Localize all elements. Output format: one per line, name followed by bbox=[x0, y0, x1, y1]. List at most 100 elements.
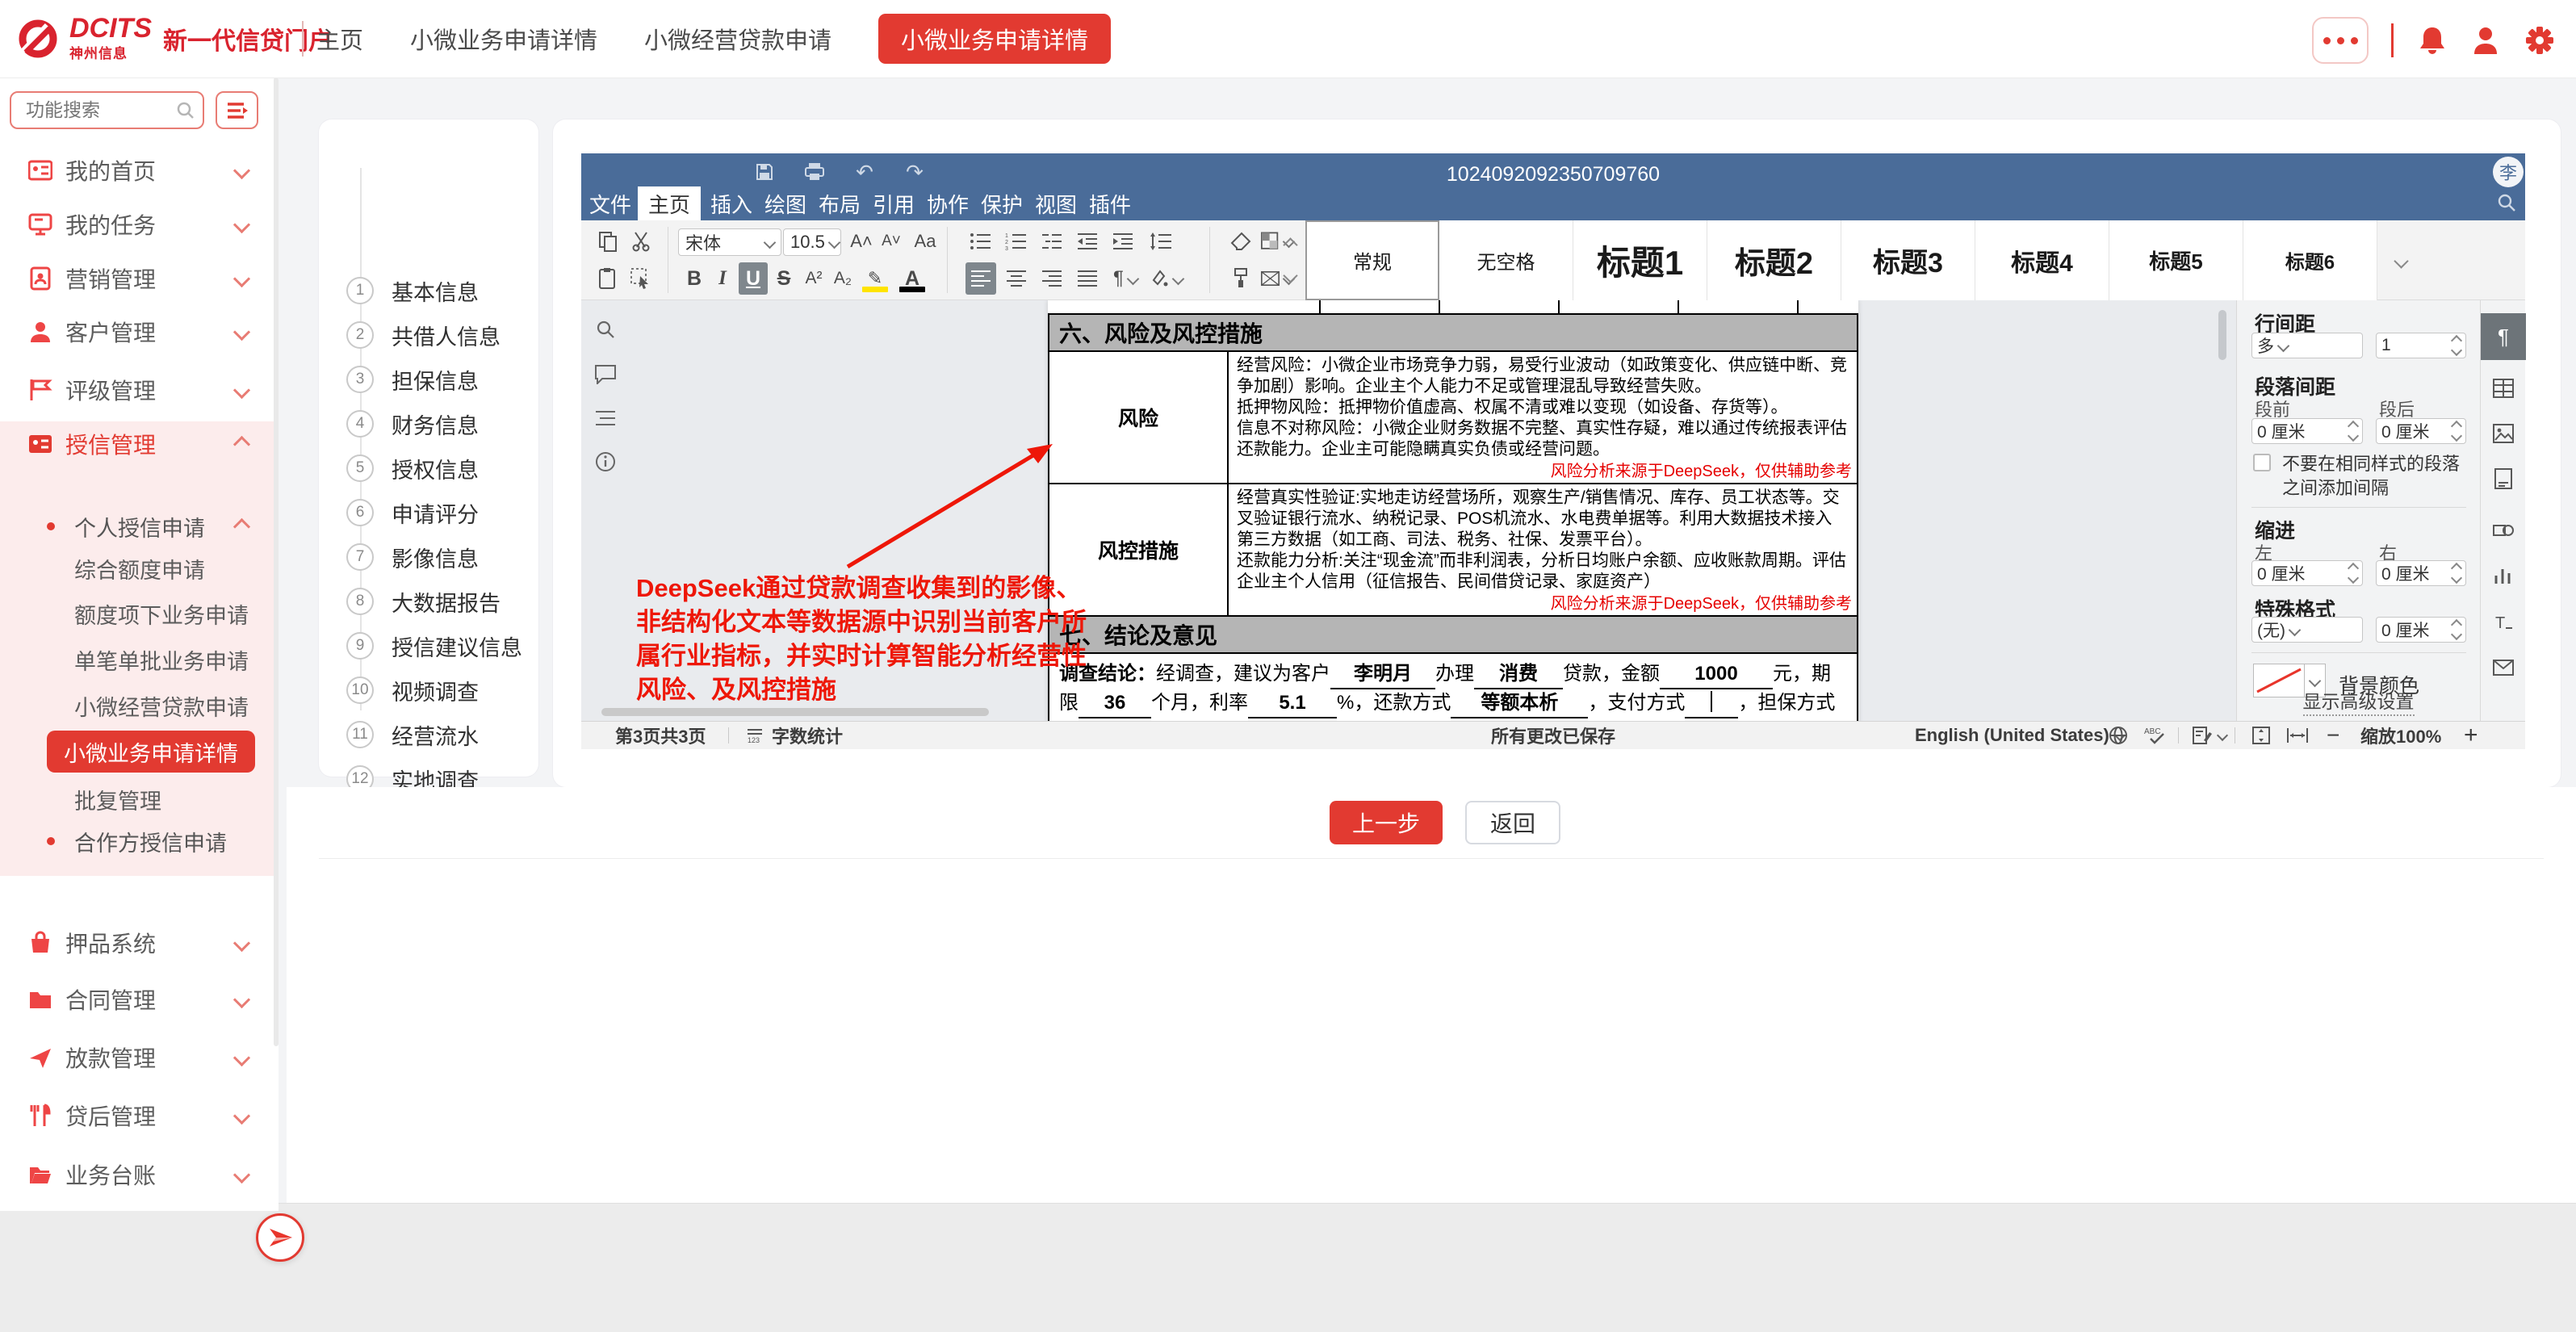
editor-tab-collaborate[interactable]: 协作 bbox=[925, 186, 970, 220]
zoom-level[interactable]: 缩放100% bbox=[2360, 722, 2441, 749]
sidebar-scrollbar[interactable] bbox=[274, 77, 279, 1046]
gear-icon[interactable] bbox=[2524, 25, 2555, 56]
editing-mode-button[interactable] bbox=[2193, 722, 2226, 749]
shading-button[interactable] bbox=[1148, 262, 1183, 295]
editor-tab-plugins[interactable]: 插件 bbox=[1087, 186, 1133, 220]
align-right-button[interactable] bbox=[1037, 262, 1067, 295]
step-video-survey[interactable]: 10视频调查 bbox=[319, 668, 538, 713]
space-after-input[interactable]: 0 厘米 bbox=[2376, 418, 2466, 444]
sidebar-item-micro-loan-apply[interactable]: 小微经营贷款申请 bbox=[0, 683, 279, 728]
sidebar-group-partner-credit[interactable]: 合作方授信申请 bbox=[0, 819, 279, 864]
style-heading6[interactable]: 标题6 bbox=[2243, 220, 2377, 300]
sidebar-item-single-batch[interactable]: 单笔单批业务申请 bbox=[0, 637, 279, 682]
editor-tab-home[interactable]: 主页 bbox=[638, 186, 701, 220]
indent-left-input[interactable]: 0 厘米 bbox=[2251, 560, 2363, 586]
align-left-button-active[interactable] bbox=[965, 262, 996, 295]
sidebar-item-my-tasks[interactable]: 我的任务 bbox=[0, 202, 279, 247]
sidebar-item-customer[interactable]: 客户管理 bbox=[0, 309, 279, 354]
shapes-icon[interactable] bbox=[2492, 520, 2515, 541]
style-heading4[interactable]: 标题4 bbox=[1975, 220, 2109, 300]
highlight-pen-button[interactable]: ✎ bbox=[859, 262, 891, 295]
eraser-icon[interactable] bbox=[1225, 227, 1256, 256]
canvas-horizontal-scrollbar[interactable] bbox=[601, 708, 989, 716]
sidebar-item-disbursement[interactable]: 放款管理 bbox=[0, 1035, 279, 1080]
step-coborrower[interactable]: 2共借人信息 bbox=[319, 312, 538, 358]
collapse-fab-button[interactable] bbox=[256, 1213, 304, 1262]
pilcrow-button[interactable]: ¶ bbox=[1108, 262, 1143, 295]
numbered-list-button[interactable]: 123 bbox=[1001, 227, 1032, 256]
sidebar-item-credit[interactable]: 授信管理 bbox=[0, 421, 279, 467]
zoom-out-button[interactable]: − bbox=[2327, 722, 2339, 749]
sidebar-item-ledger[interactable]: 业务台账 bbox=[0, 1152, 279, 1197]
style-heading2[interactable]: 标题2 bbox=[1707, 220, 1841, 300]
stepper[interactable] bbox=[2349, 422, 2357, 440]
style-no-spacing[interactable]: 无空格 bbox=[1439, 220, 1573, 300]
editor-tab-file[interactable]: 文件 bbox=[588, 186, 633, 220]
sidebar-item-post-loan[interactable]: 贷后管理 bbox=[0, 1093, 279, 1138]
align-center-button[interactable] bbox=[1001, 262, 1032, 295]
sidebar-item-under-limit[interactable]: 额度项下业务申请 bbox=[0, 591, 279, 636]
line-spacing-select[interactable]: 多 bbox=[2251, 333, 2363, 358]
font-size-select[interactable]: 10.5 bbox=[783, 228, 841, 256]
bullet-list-button[interactable] bbox=[965, 227, 996, 256]
top-tab-active[interactable]: 小微业务申请详情 bbox=[878, 14, 1111, 64]
text-effects-icon[interactable]: T bbox=[2492, 612, 2515, 633]
sidebar-item-marketing[interactable]: 营销管理 bbox=[0, 256, 279, 301]
fit-page-button[interactable] bbox=[2251, 722, 2272, 749]
zoom-in-button[interactable]: + bbox=[2464, 722, 2478, 749]
style-gallery-more[interactable] bbox=[2396, 256, 2406, 266]
language-selector[interactable]: English (United States) bbox=[1915, 722, 2124, 749]
stepper[interactable] bbox=[2452, 422, 2461, 440]
advanced-settings-link[interactable]: 显示高级设置 bbox=[2237, 686, 2480, 714]
back-button[interactable]: 返回 bbox=[1465, 801, 1560, 844]
indent-right-input[interactable]: 0 厘米 bbox=[2376, 560, 2466, 586]
editor-tab-view[interactable]: 视图 bbox=[1033, 186, 1079, 220]
decrease-indent-button[interactable] bbox=[1072, 227, 1103, 256]
style-normal[interactable]: 常规 bbox=[1305, 220, 1439, 300]
step-authorization[interactable]: 5授权信息 bbox=[319, 446, 538, 491]
stepper[interactable] bbox=[2349, 564, 2357, 582]
canvas-vertical-scrollbar[interactable] bbox=[2218, 310, 2226, 360]
subscript-button[interactable]: A₂ bbox=[830, 262, 856, 295]
style-scroll-up[interactable] bbox=[1285, 240, 1296, 250]
image-icon[interactable] bbox=[2492, 423, 2515, 444]
paste-icon[interactable] bbox=[594, 262, 622, 295]
line-spacing-button[interactable] bbox=[1143, 227, 1179, 256]
user-icon[interactable] bbox=[2471, 25, 2500, 56]
step-business-flow[interactable]: 11经营流水 bbox=[319, 712, 538, 757]
sidebar-item-comprehensive-limit[interactable]: 综合额度申请 bbox=[0, 546, 279, 591]
special-format-number[interactable]: 0 厘米 bbox=[2376, 617, 2466, 643]
space-before-input[interactable]: 0 厘米 bbox=[2251, 418, 2363, 444]
style-heading5[interactable]: 标题5 bbox=[2109, 220, 2243, 300]
stepper[interactable] bbox=[2452, 337, 2461, 354]
step-guarantee[interactable]: 3担保信息 bbox=[319, 357, 538, 402]
chart-icon[interactable] bbox=[2492, 565, 2515, 586]
superscript-button[interactable]: A² bbox=[801, 262, 827, 295]
copy-icon[interactable] bbox=[594, 227, 622, 256]
sidebar-item-my-home[interactable]: 我的首页 bbox=[0, 148, 279, 193]
style-scroll-down[interactable] bbox=[1285, 270, 1296, 281]
multilevel-list-button[interactable] bbox=[1037, 227, 1067, 256]
step-imaging[interactable]: 7影像信息 bbox=[319, 534, 538, 580]
font-name-select[interactable]: 宋体 bbox=[678, 228, 781, 256]
strikethrough-button[interactable]: S bbox=[772, 262, 796, 295]
top-tab-micro-loan[interactable]: 小微经营贷款申请 bbox=[644, 22, 831, 56]
shrink-font-button[interactable]: A˅ bbox=[878, 227, 904, 256]
spellcheck-icon[interactable]: ABC bbox=[2144, 722, 2168, 749]
sidebar-item-approval-mgmt[interactable]: 批复管理 bbox=[0, 777, 279, 822]
line-spacing-number[interactable]: 1 bbox=[2376, 333, 2466, 358]
table-icon[interactable] bbox=[2492, 378, 2515, 399]
editor-tab-draw[interactable]: 绘图 bbox=[763, 186, 808, 220]
editor-tab-protect[interactable]: 保护 bbox=[979, 186, 1024, 220]
menu-edit-button[interactable] bbox=[216, 91, 258, 129]
grow-font-button[interactable]: A˄ bbox=[848, 227, 875, 256]
style-heading1[interactable]: 标题1 bbox=[1573, 220, 1707, 300]
stepper[interactable] bbox=[2452, 621, 2461, 639]
bell-icon[interactable] bbox=[2418, 25, 2447, 56]
user-avatar[interactable]: 李 bbox=[2493, 157, 2524, 187]
bold-button[interactable]: B bbox=[682, 262, 706, 295]
paragraph-panel-button-active[interactable]: ¶ bbox=[2481, 313, 2526, 360]
change-case-button[interactable]: Aa bbox=[907, 227, 943, 256]
editor-tab-layout[interactable]: 布局 bbox=[817, 186, 862, 220]
step-finance[interactable]: 4财务信息 bbox=[319, 401, 538, 446]
